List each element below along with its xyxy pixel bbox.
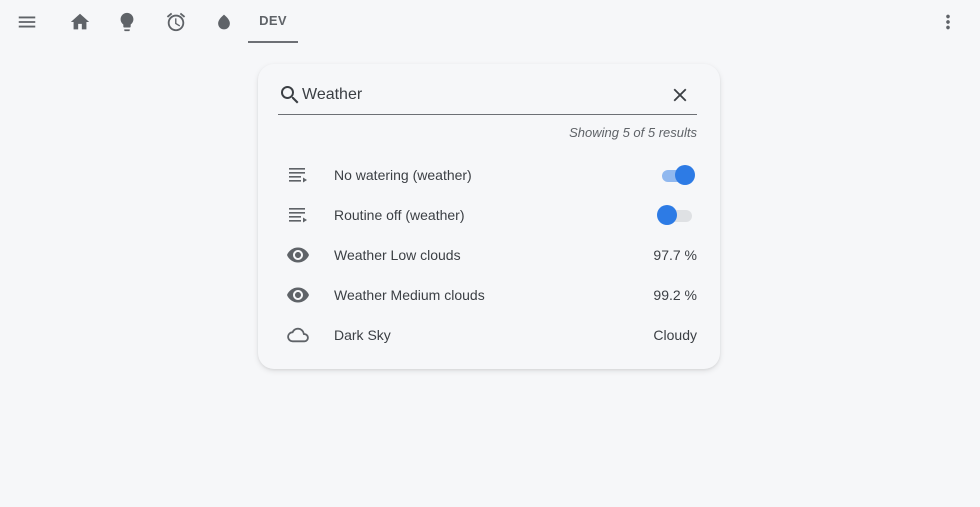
search-field <box>278 78 697 115</box>
home-icon[interactable] <box>68 10 92 34</box>
list-item[interactable]: Weather Medium clouds 99.2 % <box>258 275 720 315</box>
search-input[interactable] <box>302 82 662 108</box>
list-item[interactable]: Routine off (weather) <box>258 195 720 235</box>
tab-dev[interactable]: DEV <box>248 0 298 43</box>
toggle-knob <box>657 205 677 225</box>
list-item-label: No watering (weather) <box>334 167 472 183</box>
top-app-bar: DEV <box>0 0 980 44</box>
more-vert-icon[interactable] <box>936 10 960 34</box>
eye-icon <box>286 283 310 307</box>
list-item-label: Weather Medium clouds <box>334 287 485 303</box>
cloud-icon <box>286 323 310 347</box>
alarm-icon[interactable] <box>164 10 188 34</box>
list-item-label: Weather Low clouds <box>334 247 461 263</box>
water-drop-icon[interactable] <box>212 10 236 34</box>
list-item-value: Cloudy <box>653 327 697 343</box>
menu-icon[interactable] <box>15 10 39 34</box>
list-item-value: 99.2 % <box>653 287 697 303</box>
eye-icon <box>286 243 310 267</box>
results-count: Showing 5 of 5 results <box>569 125 697 140</box>
search-icon <box>278 83 302 107</box>
script-icon <box>286 163 310 187</box>
toggle-switch[interactable] <box>659 165 695 185</box>
toggle-knob <box>675 165 695 185</box>
toggle-switch[interactable] <box>657 205 695 225</box>
list-item[interactable]: Dark Sky Cloudy <box>258 315 720 355</box>
script-icon <box>286 203 310 227</box>
list-item[interactable]: No watering (weather) <box>258 155 720 195</box>
tab-dev-label: DEV <box>259 13 287 28</box>
list-item-value: 97.7 % <box>653 247 697 263</box>
lightbulb-icon[interactable] <box>115 10 139 34</box>
list-item-label: Routine off (weather) <box>334 207 465 223</box>
quick-bar-dialog: Showing 5 of 5 results No watering (weat… <box>258 64 720 369</box>
list-item-label: Dark Sky <box>334 327 391 343</box>
list-item[interactable]: Weather Low clouds 97.7 % <box>258 235 720 275</box>
close-icon[interactable] <box>669 84 691 106</box>
